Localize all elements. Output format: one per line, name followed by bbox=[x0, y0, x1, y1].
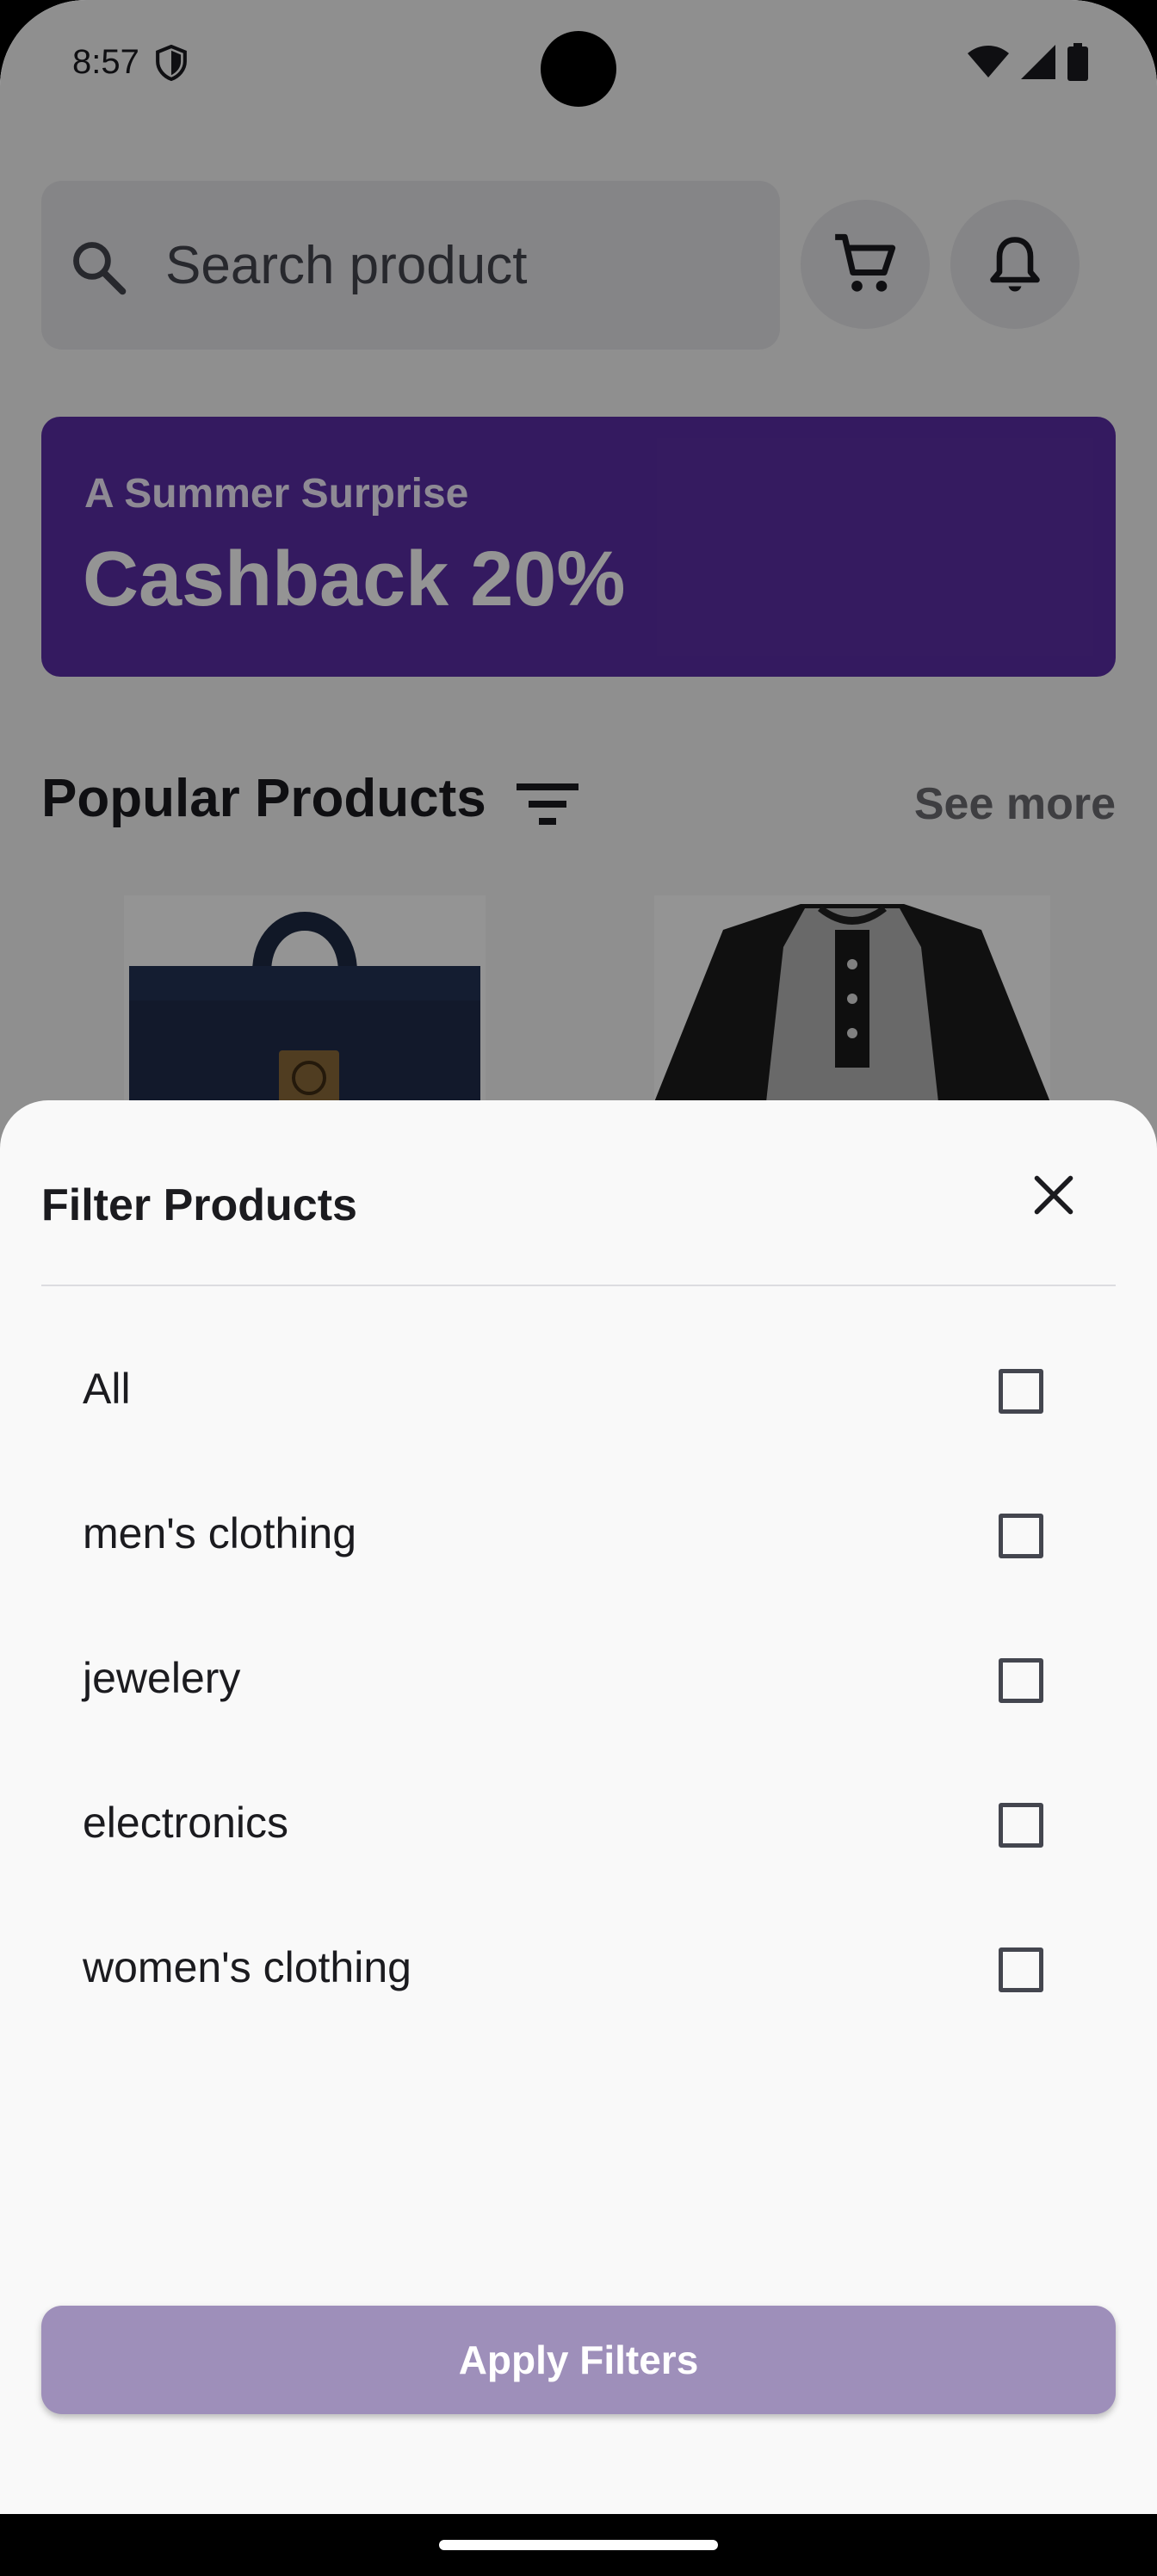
checkbox-jewelery[interactable] bbox=[999, 1658, 1043, 1703]
checkbox-mens-clothing[interactable] bbox=[999, 1514, 1043, 1558]
filter-option-electronics[interactable]: electronics bbox=[0, 1762, 1157, 1906]
filter-option-label: women's clothing bbox=[83, 1943, 411, 1991]
filter-option-jewelery[interactable]: jewelery bbox=[0, 1617, 1157, 1762]
sheet-title: Filter Products bbox=[41, 1180, 357, 1230]
checkbox-womens-clothing[interactable] bbox=[999, 1947, 1043, 1992]
gesture-nav-handle[interactable] bbox=[439, 2540, 718, 2550]
filter-bottom-sheet: Filter Products All men's clothing jewel… bbox=[0, 1100, 1157, 2514]
filter-options-list: All men's clothing jewelery electronics … bbox=[0, 1328, 1157, 2051]
filter-option-womens-clothing[interactable]: women's clothing bbox=[0, 1906, 1157, 2051]
checkbox-all[interactable] bbox=[999, 1369, 1043, 1414]
checkbox-electronics[interactable] bbox=[999, 1803, 1043, 1848]
close-button[interactable] bbox=[1016, 1157, 1092, 1233]
filter-option-label: men's clothing bbox=[83, 1509, 357, 1557]
app-screen: 8:57 Search product A Summer Surprise Ca… bbox=[0, 0, 1157, 2514]
filter-option-label: electronics bbox=[83, 1799, 288, 1847]
filter-option-all[interactable]: All bbox=[0, 1328, 1157, 1472]
filter-option-label: jewelery bbox=[83, 1654, 241, 1702]
apply-filters-button[interactable]: Apply Filters bbox=[41, 2306, 1116, 2414]
filter-option-label: All bbox=[83, 1365, 131, 1413]
close-icon bbox=[1034, 1175, 1073, 1215]
filter-option-mens-clothing[interactable]: men's clothing bbox=[0, 1472, 1157, 1617]
sheet-divider bbox=[41, 1285, 1116, 1286]
